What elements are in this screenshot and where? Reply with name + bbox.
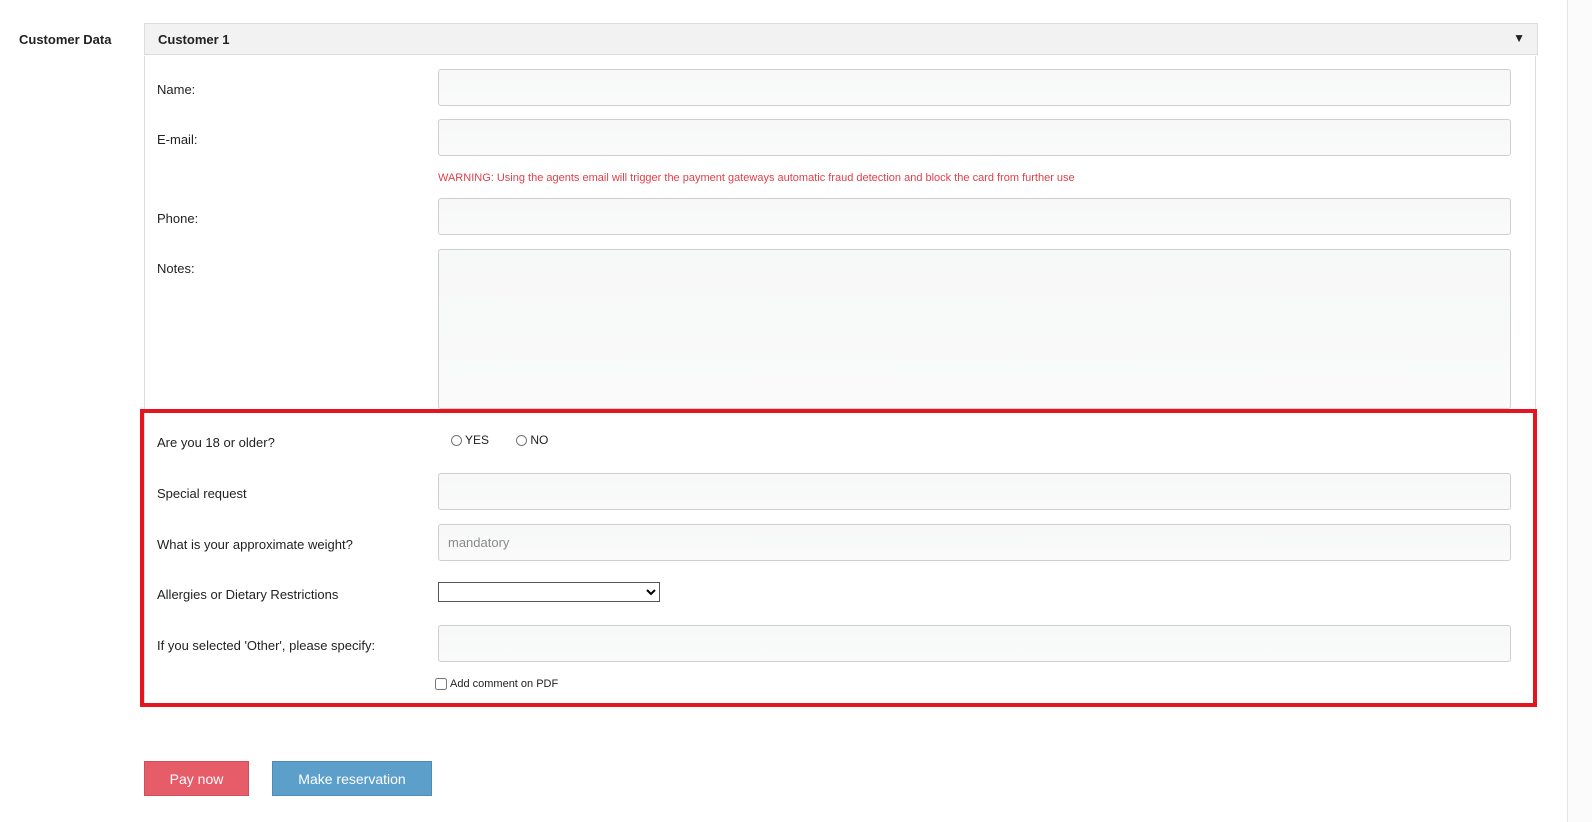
allergies-label: Allergies or Dietary Restrictions [157,587,339,602]
other-specify-label: If you selected 'Other', please specify: [157,638,376,653]
email-label: E-mail: [157,132,198,147]
name-label: Name: [157,82,196,97]
pay-now-button[interactable]: Pay now [144,761,249,796]
customer-panel-header[interactable]: Customer 1 ▼ [144,23,1538,55]
age-yes-radio[interactable] [451,434,462,446]
special-request-input[interactable] [438,473,1511,510]
age-radio-group: YES NO [451,433,572,449]
email-input[interactable] [438,119,1511,156]
add-comment-option[interactable]: Add comment on PDF [435,678,558,690]
make-reservation-button[interactable]: Make reservation [272,761,432,796]
age-check-label: Are you 18 or older? [157,435,275,450]
other-specify-input[interactable] [438,625,1511,662]
name-input[interactable] [438,69,1511,106]
age-yes-label: YES [465,433,490,447]
special-request-label: Special request [157,486,247,501]
weight-label: What is your approximate weight? [157,537,353,552]
phone-input[interactable] [438,198,1511,235]
age-no-label: NO [530,433,549,447]
age-yes-option[interactable]: YES [451,433,489,447]
add-comment-checkbox[interactable] [435,678,447,690]
age-no-radio[interactable] [516,434,528,446]
allergies-select[interactable] [438,582,660,602]
age-no-option[interactable]: NO [516,433,548,447]
phone-label: Phone: [157,211,199,226]
section-label: Customer Data [19,32,112,47]
email-warning: WARNING: Using the agents email will tri… [438,172,1075,184]
weight-input[interactable] [438,524,1511,561]
add-comment-label: Add comment on PDF [450,678,559,690]
notes-textarea[interactable] [438,249,1511,409]
scrollbar[interactable] [1567,0,1592,822]
panel-title: Customer 1 [158,32,230,47]
notes-label: Notes: [157,261,195,276]
chevron-down-icon[interactable]: ▼ [1513,31,1525,45]
